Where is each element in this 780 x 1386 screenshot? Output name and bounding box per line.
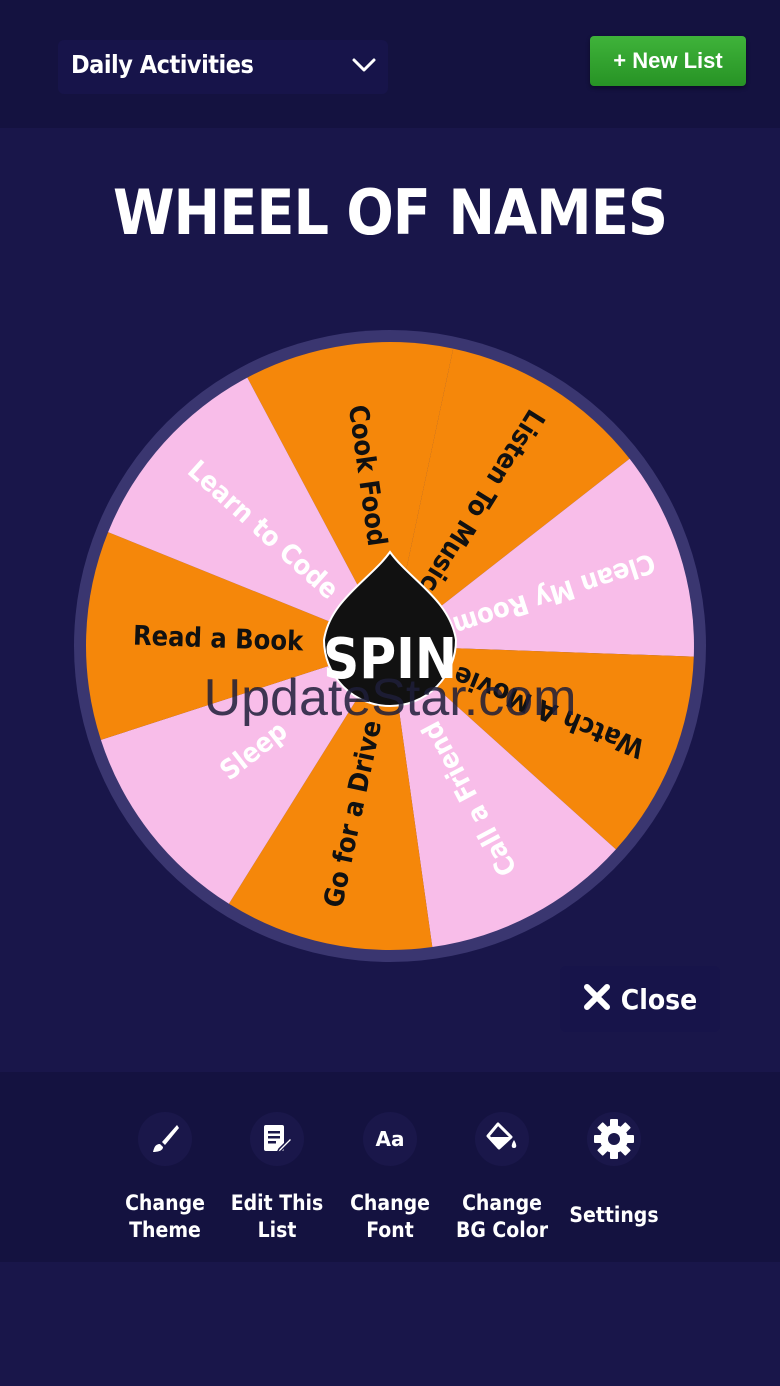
close-label: Close	[620, 982, 698, 1016]
close-button[interactable]: Close	[560, 966, 720, 1032]
edit-list-label: Edit This List	[230, 1191, 324, 1242]
edit-list-icon	[250, 1112, 304, 1166]
change-bg-color-label: Change BG Color	[455, 1191, 549, 1242]
close-icon	[583, 983, 611, 1015]
change-theme-button[interactable]: Change Theme	[115, 1112, 215, 1244]
edit-list-button[interactable]: Edit This List	[227, 1112, 327, 1244]
svg-text:Aa: Aa	[376, 1127, 405, 1151]
gear-icon	[587, 1112, 641, 1166]
wheel[interactable]: Cook Food Listen To MusicClean My RoomWat…	[0, 0, 780, 1000]
change-theme-label: Change Theme	[125, 1191, 205, 1242]
wheel-segment-label: Read a Book	[132, 621, 304, 658]
change-font-button[interactable]: Aa Change Font	[340, 1112, 440, 1244]
paint-bucket-icon	[475, 1112, 529, 1166]
change-font-label: Change Font	[350, 1191, 430, 1242]
brush-icon	[138, 1112, 192, 1166]
change-bg-color-button[interactable]: Change BG Color	[452, 1112, 552, 1244]
spin-label: SPIN	[323, 627, 457, 692]
font-icon: Aa	[363, 1112, 417, 1166]
settings-label: Settings	[569, 1203, 659, 1227]
settings-button[interactable]: Settings	[564, 1112, 664, 1229]
